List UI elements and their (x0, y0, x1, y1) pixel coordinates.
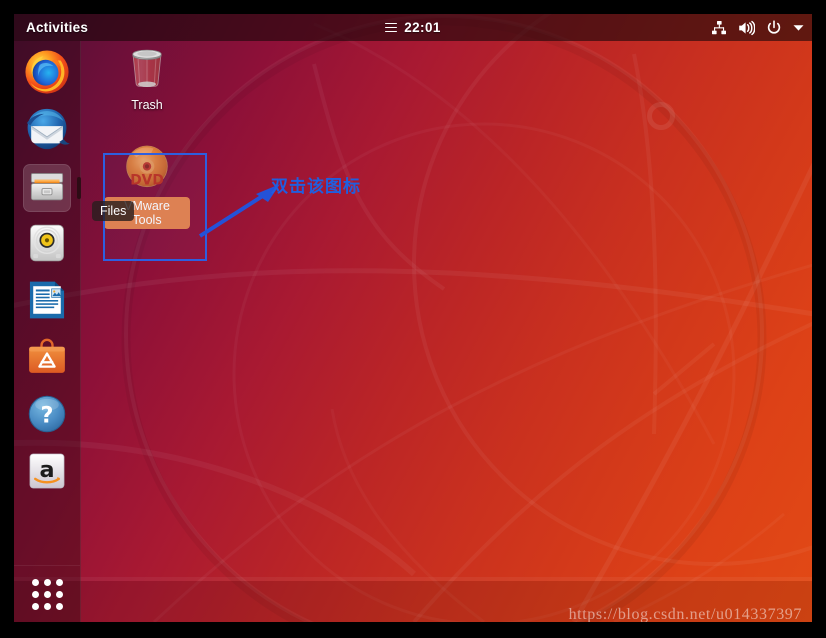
top-bar: Activities 22:01 (14, 14, 812, 41)
trash-icon (121, 42, 173, 94)
files-tooltip: Files (92, 201, 135, 221)
rhythmbox-icon (25, 221, 69, 270)
amazon-icon: a (26, 450, 68, 497)
network-wired-icon[interactable] (711, 20, 727, 36)
dock: ? a (14, 41, 81, 622)
clock-area[interactable]: 22:01 (14, 14, 812, 41)
tooltip-label: Files (100, 204, 127, 218)
svg-text:a: a (39, 456, 54, 482)
dock-item-help[interactable]: ? (23, 392, 71, 440)
dock-item-files[interactable] (23, 164, 81, 212)
status-menu[interactable] (711, 14, 804, 41)
firefox-icon (24, 49, 70, 100)
clock-label: 22:01 (404, 20, 441, 35)
dock-item-ubuntu-software[interactable] (23, 335, 71, 383)
chevron-down-icon[interactable] (793, 24, 804, 32)
power-icon[interactable] (766, 19, 782, 36)
show-applications-button[interactable] (14, 565, 80, 622)
running-indicator (77, 177, 81, 199)
dock-item-rhythmbox[interactable] (23, 221, 71, 269)
screenshot-root: Activities 22:01 ? a Trash DVD VMware To… (0, 0, 826, 638)
annotation-text: 双击该图标 (271, 177, 361, 197)
help-icon: ? (26, 393, 68, 440)
dock-item-libreoffice-writer[interactable] (23, 278, 71, 326)
dock-item-firefox[interactable] (23, 49, 71, 100)
svg-text:?: ? (41, 402, 54, 428)
files-icon (27, 166, 67, 211)
desktop-icon-label: Trash (131, 98, 163, 112)
libreoffice-writer-icon (26, 279, 68, 326)
hamburger-icon (385, 22, 398, 33)
volume-icon[interactable] (738, 20, 755, 36)
desktop-icon-trash[interactable]: Trash (104, 42, 190, 113)
thunderbird-icon (24, 106, 70, 157)
activities-button[interactable]: Activities (14, 14, 100, 41)
app-grid-icon (31, 578, 63, 610)
activities-label: Activities (26, 20, 89, 35)
ubuntu-software-icon (25, 335, 69, 384)
ubuntu-desktop: Activities 22:01 ? a Trash DVD VMware To… (14, 14, 812, 622)
dock-item-amazon[interactable]: a (23, 449, 71, 497)
dock-item-thunderbird[interactable] (23, 107, 71, 155)
watermark: https://blog.csdn.net/u014337397 (568, 606, 802, 622)
